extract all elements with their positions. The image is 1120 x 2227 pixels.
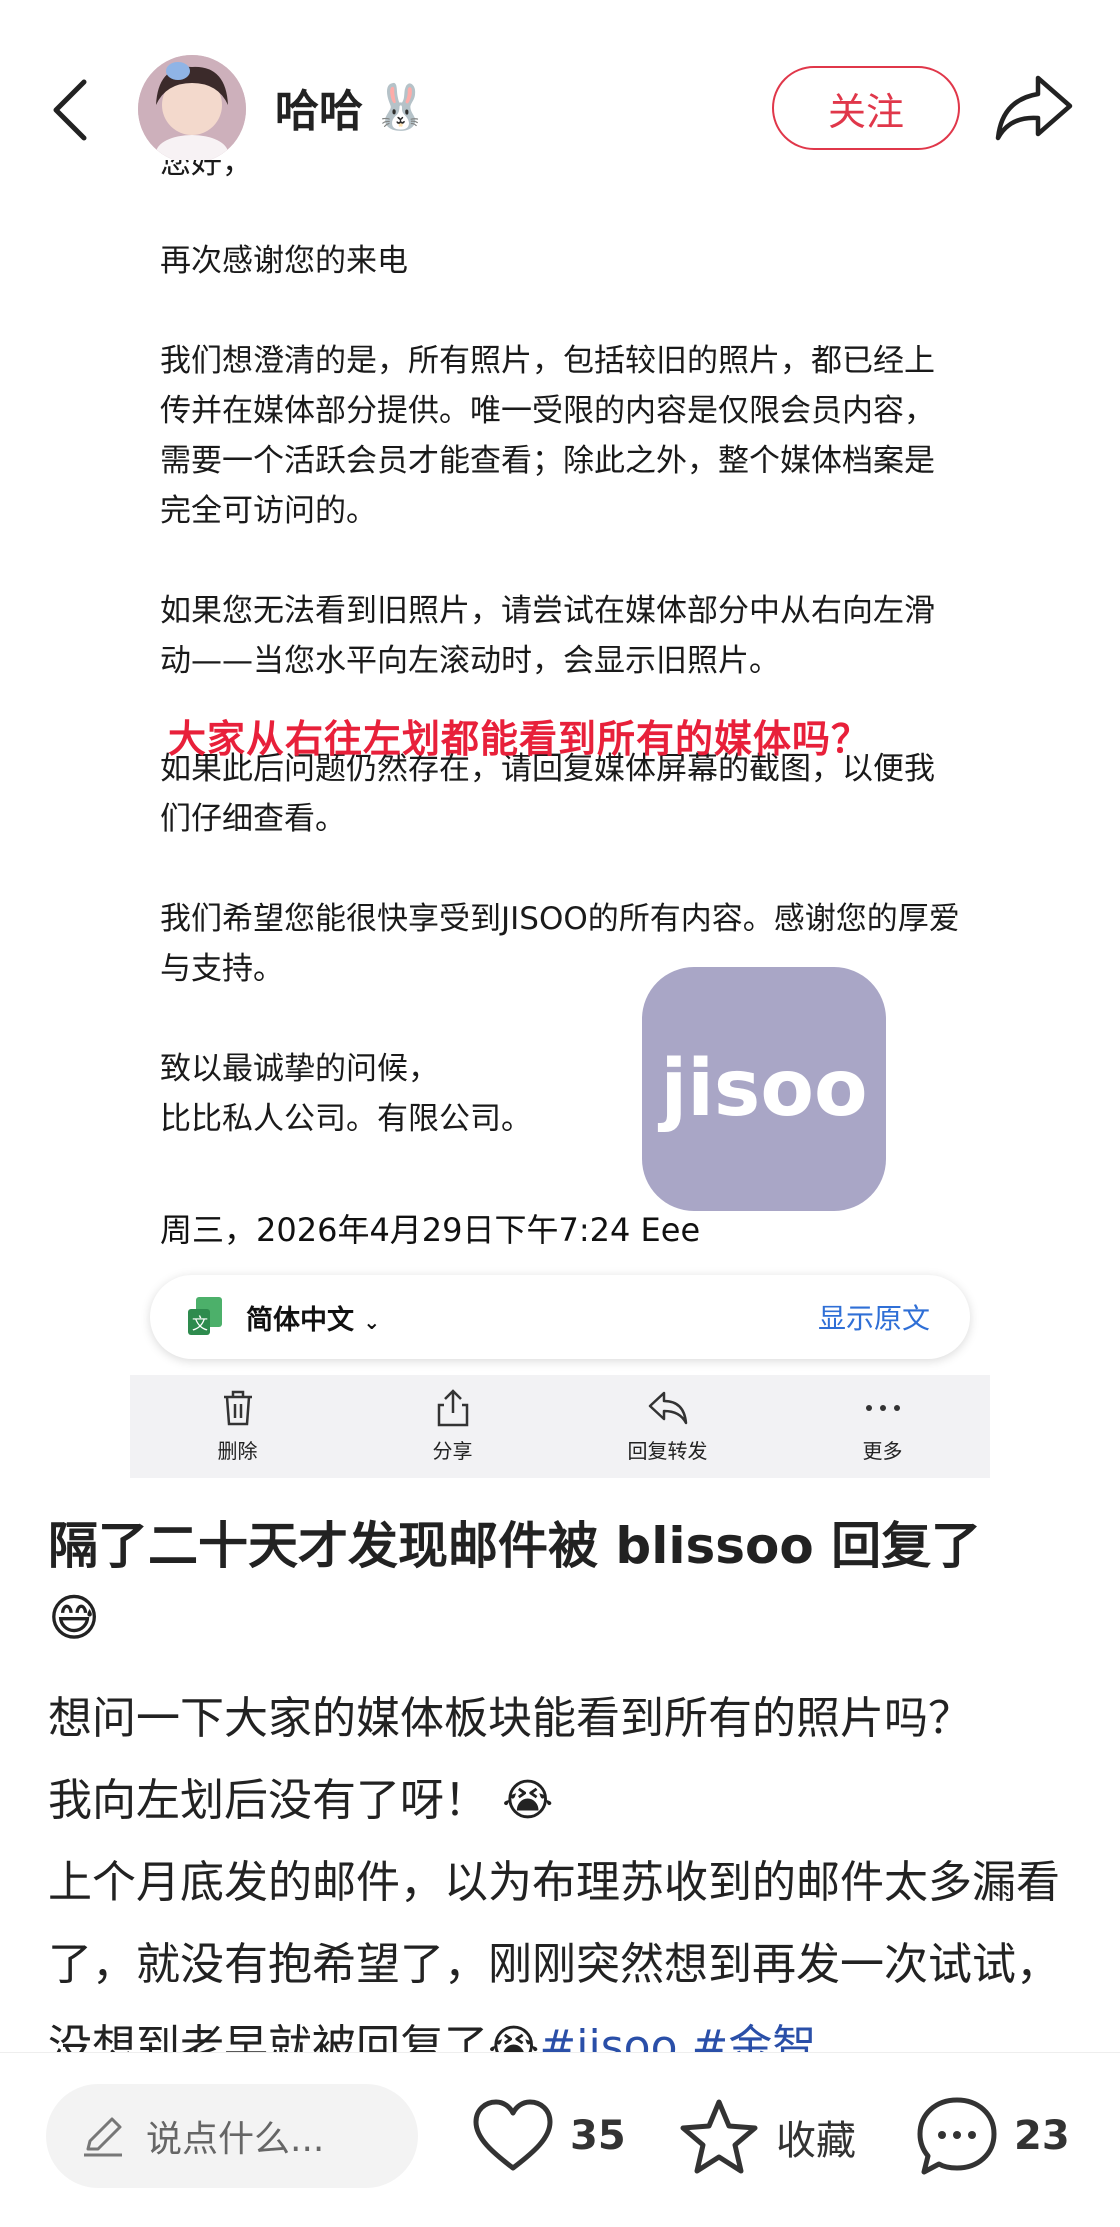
email-para-1: 再次感谢您的来电 (160, 243, 408, 279)
translation-language[interactable]: 简体中文 ⌄ (246, 1298, 380, 1337)
share-up-icon (437, 1389, 468, 1427)
more-label: 更多 (862, 1439, 903, 1463)
translate-icon: 文 (188, 1297, 222, 1335)
mail-toolbar: 删除 分享 回复转发 更多 (130, 1375, 990, 1478)
username-text: 哈哈 (275, 86, 363, 137)
translation-bar: 文 简体中文 ⌄ 显示原文 (150, 1275, 970, 1359)
avatar[interactable] (138, 55, 246, 163)
share-arrow-icon (995, 75, 1073, 141)
like-count: 35 (570, 2113, 626, 2159)
reply-icon (648, 1391, 687, 1425)
more-button[interactable]: 更多 (775, 1375, 990, 1478)
post-body: 想问一下大家的媒体板块能看到所有的照片吗？ 我向左划后没有了呀！ 😭 上个月底发… (48, 1678, 1088, 2088)
collect-button[interactable]: 收藏 (678, 2098, 856, 2176)
email-date: 周三，2026年4月29日下午7:24 Eee (160, 1211, 701, 1249)
email-para-3: 如果您无法看到旧照片，请尝试在媒体部分中从右向左滑动——当您水平向左滚动时，会显… (160, 593, 935, 679)
svg-text:文: 文 (192, 1314, 208, 1333)
follow-button[interactable]: 关注 (772, 66, 960, 150)
reply-label: 回复转发 (627, 1439, 708, 1463)
post-line-1: 想问一下大家的媒体板块能看到所有的照片吗？ (48, 1693, 972, 1744)
jisoo-app-logo: jisoo (642, 967, 886, 1211)
comment-input[interactable]: 说点什么... (46, 2084, 418, 2188)
more-dots-icon (865, 1405, 900, 1411)
like-button[interactable]: 35 (472, 2098, 626, 2174)
comment-placeholder: 说点什么... (146, 2119, 325, 2160)
post-title: 隔了二十天才发现邮件被 blissoo 回复了 😅 (48, 1510, 1078, 1654)
chevron-down-icon: ⌄ (363, 1309, 381, 1334)
crying-emoji: 😭 (502, 1775, 554, 1826)
heart-icon (473, 2099, 553, 2171)
email-para-2: 我们想澄清的是，所有照片，包括较旧的照片，都已经上传并在媒体部分提供。唯一受限的… (160, 343, 935, 529)
comment-button[interactable]: 23 (916, 2096, 1070, 2176)
reply-forward-button[interactable]: 回复转发 (560, 1375, 775, 1478)
post-line-2: 我向左划后没有了呀！ (48, 1775, 488, 1826)
translation-language-label: 简体中文 (246, 1304, 354, 1336)
delete-label: 删除 (217, 1439, 258, 1463)
chevron-left-icon (53, 79, 87, 141)
share-button[interactable] (992, 72, 1076, 144)
comment-bubble-icon (917, 2097, 997, 2175)
red-annotation: 大家从右往左划都能看到所有的媒体吗？ (168, 717, 871, 761)
email-greeting: 您好， (160, 160, 253, 181)
username[interactable]: 哈哈 🐰 (275, 75, 428, 139)
share-label: 分享 (432, 1439, 473, 1463)
delete-button[interactable]: 删除 (130, 1375, 345, 1478)
star-icon (680, 2099, 758, 2174)
email-screenshot: 您好， 再次感谢您的来电 我们想澄清的是，所有照片，包括较旧的照片，都已经上传并… (130, 160, 990, 1478)
sweat-smile-emoji: 😅 (48, 1589, 101, 1647)
back-button[interactable] (40, 70, 100, 150)
comment-count: 23 (1014, 2113, 1070, 2159)
show-original-button[interactable]: 显示原文 (818, 1297, 930, 1337)
rabbit-emoji: 🐰 (373, 82, 428, 133)
collect-label: 收藏 (776, 2118, 856, 2164)
share-mail-button[interactable]: 分享 (345, 1375, 560, 1478)
pencil-icon (84, 2117, 122, 2157)
post-title-text: 隔了二十天才发现邮件被 blissoo 回复了 (48, 1517, 982, 1575)
trash-icon (223, 1390, 252, 1426)
